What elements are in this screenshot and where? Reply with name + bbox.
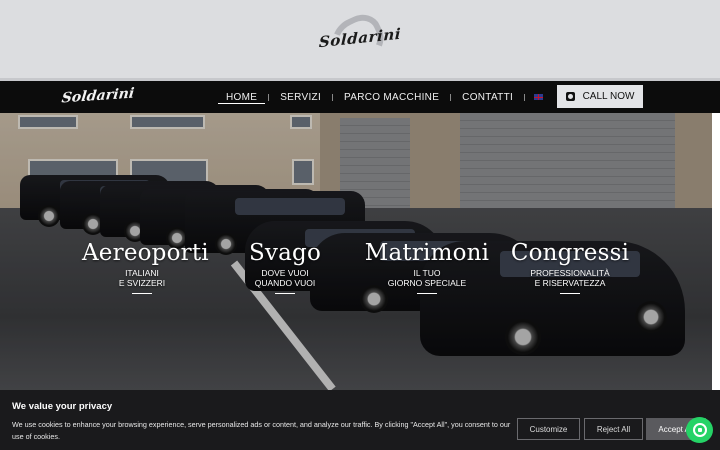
nav-item-servizi[interactable]: SERVIZI	[272, 81, 329, 113]
category-title: Matrimoni	[364, 240, 490, 266]
category-matrimoni[interactable]: Matrimoni IL TUO GIORNO SPECIALE	[362, 240, 492, 294]
category-subtitle: DOVE VUOI QUANDO VUOI	[240, 268, 330, 288]
call-now-label: CALL NOW	[582, 91, 635, 102]
category-subtitle-line: IL TUO	[413, 268, 441, 278]
reject-all-button[interactable]: Reject All	[584, 418, 643, 440]
phone-icon	[565, 92, 575, 101]
category-subtitle-line: ITALIANI	[125, 268, 159, 278]
category-subtitle-line: QUANDO VUOI	[254, 278, 316, 288]
top-logo-bar: Soldarini	[0, 0, 720, 80]
category-congressi[interactable]: Congressi PROFESSIONALITÀ E RISERVATEZZA	[505, 240, 635, 294]
category-subtitle: ITALIANI E SVIZZERI	[82, 268, 202, 288]
nav-menu: HOME SERVIZI PARCO MACCHINE CONTATTI	[218, 81, 569, 113]
cookie-title: We value your privacy	[12, 401, 113, 412]
site-logo[interactable]: Soldarini	[310, 8, 410, 72]
nav-separator	[268, 93, 270, 101]
category-subtitle: IL TUO GIORNO SPECIALE	[362, 268, 492, 288]
category-title: Svago	[248, 240, 322, 266]
category-underline	[560, 293, 580, 294]
nav-item-parco-macchine[interactable]: PARCO MACCHINE	[336, 81, 447, 113]
whatsapp-phone-icon	[692, 423, 707, 437]
category-underline	[275, 293, 295, 294]
uk-flag-icon[interactable]	[534, 94, 544, 100]
nav-separator	[450, 93, 452, 101]
whatsapp-icon[interactable]	[686, 417, 713, 443]
category-subtitle-line: E SVIZZERI	[118, 278, 166, 288]
category-subtitle-line: GIORNO SPECIALE	[387, 278, 467, 288]
call-now-button[interactable]: CALL NOW	[557, 85, 643, 108]
nav-separator	[332, 93, 334, 101]
nav-item-home[interactable]: HOME	[218, 81, 266, 113]
category-title: Aereoporti	[82, 240, 209, 266]
category-subtitle-line: E RISERVATEZZA	[534, 278, 606, 288]
nav-item-contatti[interactable]: CONTATTI	[454, 81, 521, 113]
category-underline	[132, 293, 152, 294]
category-underline	[417, 293, 437, 294]
category-subtitle-line: PROFESSIONALITÀ	[530, 268, 610, 278]
page-edge	[712, 113, 720, 390]
category-title: Congressi	[510, 240, 630, 266]
category-subtitle: PROFESSIONALITÀ E RISERVATEZZA	[505, 268, 635, 288]
category-subtitle-line: DOVE VUOI	[261, 268, 309, 278]
nav-separator	[524, 93, 526, 101]
navbar-logo[interactable]: Soldarini	[61, 86, 135, 107]
category-svago[interactable]: Svago DOVE VUOI QUANDO VUOI	[240, 240, 330, 294]
category-aereoporti[interactable]: Aereoporti ITALIANI E SVIZZERI	[82, 240, 209, 294]
cookie-text: We use cookies to enhance your browsing …	[12, 420, 511, 441]
customize-button[interactable]: Customize	[517, 418, 580, 440]
